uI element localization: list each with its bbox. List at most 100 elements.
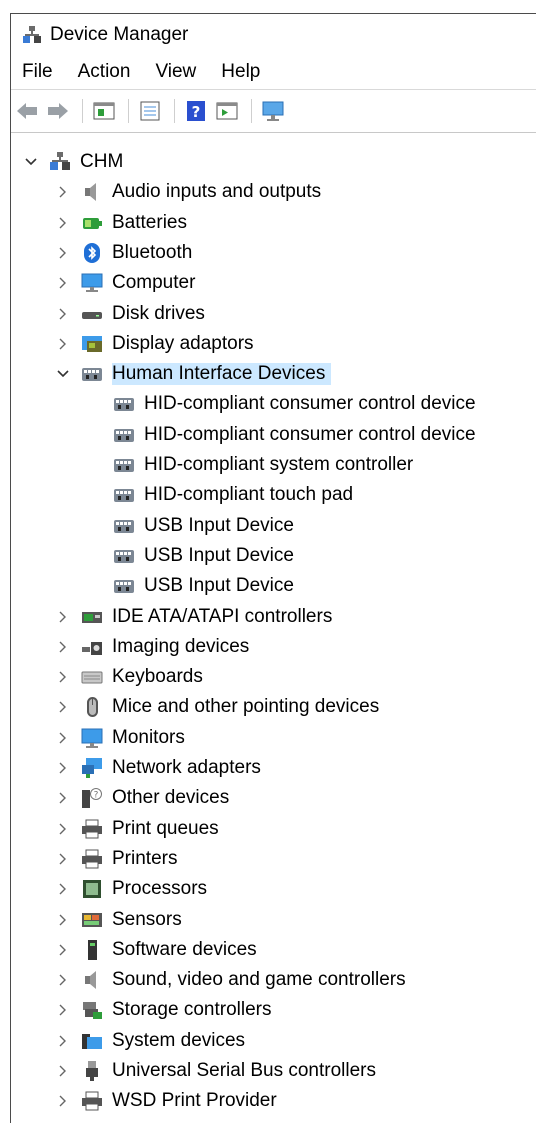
menu-file[interactable]: File: [22, 61, 53, 83]
tree-device[interactable]: HID-compliant consumer control device: [113, 389, 476, 419]
category-label: Sensors: [112, 909, 182, 930]
tree-category[interactable]: Audio inputs and outputs: [81, 177, 321, 207]
expand-chevron-icon[interactable]: [57, 965, 69, 995]
menu-action[interactable]: Action: [78, 61, 131, 83]
expand-chevron-icon[interactable]: [57, 329, 69, 359]
tree-category[interactable]: Storage controllers: [81, 995, 271, 1025]
tree-category[interactable]: Monitors: [81, 723, 185, 753]
expand-chevron-icon[interactable]: [57, 905, 69, 935]
tree-category[interactable]: WSD Print Provider: [81, 1086, 277, 1116]
tree-category[interactable]: Imaging devices: [81, 632, 249, 662]
speaker-icon: [85, 971, 96, 989]
tree-category[interactable]: Universal Serial Bus controllers: [81, 1056, 376, 1086]
tree-category[interactable]: Display adaptors: [81, 329, 254, 359]
help-icon: ?: [187, 101, 205, 121]
tree-category[interactable]: Software devices: [81, 935, 257, 965]
properties-button[interactable]: [90, 97, 118, 125]
storage-controller-icon: [83, 1002, 102, 1019]
toolbar: ?: [11, 89, 536, 133]
expand-chevron-icon[interactable]: [57, 1056, 69, 1086]
list-view-button[interactable]: [136, 97, 164, 125]
tree-device[interactable]: USB Input Device: [113, 541, 294, 571]
tree-category[interactable]: System devices: [81, 1026, 245, 1056]
category-label: IDE ATA/ATAPI controllers: [112, 606, 333, 627]
tree-device[interactable]: HID-compliant system controller: [113, 450, 413, 480]
expand-chevron-icon[interactable]: [57, 602, 69, 632]
menu-help[interactable]: Help: [221, 61, 260, 83]
tree-category[interactable]: Sound, video and game controllers: [81, 965, 406, 995]
category-label: Audio inputs and outputs: [112, 181, 322, 202]
expand-chevron-icon[interactable]: [57, 844, 69, 874]
expand-chevron-icon[interactable]: [57, 662, 69, 692]
hid-icon: [114, 459, 134, 472]
expand-chevron-icon[interactable]: [57, 632, 69, 662]
tree-category[interactable]: Keyboards: [81, 662, 203, 692]
tree-category[interactable]: Processors: [81, 874, 207, 904]
expand-chevron-icon[interactable]: [57, 1086, 69, 1116]
category-label: Software devices: [112, 939, 257, 960]
expand-chevron-icon[interactable]: [57, 935, 69, 965]
expand-chevron-icon[interactable]: [57, 177, 69, 207]
expand-chevron-icon[interactable]: [57, 723, 69, 753]
category-label: Network adapters: [112, 757, 261, 778]
back-button[interactable]: [13, 97, 41, 125]
expand-chevron-icon[interactable]: [57, 692, 69, 722]
tree-root-label: CHM: [80, 151, 124, 172]
device-label: HID-compliant touch pad: [144, 484, 354, 505]
toolbar-separator: [82, 99, 83, 123]
tree-category[interactable]: Human Interface Devices: [81, 359, 332, 389]
category-label: Other devices: [112, 787, 230, 808]
category-label: Printers: [112, 848, 178, 869]
device-label: HID-compliant consumer control device: [144, 393, 476, 414]
menu-view[interactable]: View: [155, 61, 196, 83]
tree-root-chm[interactable]: CHM: [49, 147, 123, 177]
expand-chevron-icon[interactable]: [57, 208, 69, 238]
tree-category[interactable]: Network adapters: [81, 753, 261, 783]
category-label: System devices: [112, 1030, 246, 1051]
tree-category[interactable]: IDE ATA/ATAPI controllers: [81, 602, 332, 632]
tree-device[interactable]: HID-compliant touch pad: [113, 480, 353, 510]
hid-icon: [82, 368, 102, 381]
tree-device[interactable]: USB Input Device: [113, 511, 294, 541]
tree-category[interactable]: ? Other devices: [81, 783, 229, 813]
tree-category[interactable]: Sensors: [81, 905, 182, 935]
help-button[interactable]: ?: [182, 97, 210, 125]
expand-chevron-icon[interactable]: [57, 753, 69, 783]
expand-chevron-icon[interactable]: [57, 783, 69, 813]
expand-chevron-icon[interactable]: [57, 1026, 69, 1056]
battery-icon: [83, 218, 102, 229]
toolbar-separator: [251, 99, 252, 123]
mouse-icon: [87, 697, 98, 717]
collapse-chevron-icon[interactable]: [57, 359, 69, 389]
category-label: Processors: [112, 878, 208, 899]
printer-icon: [82, 1091, 102, 1111]
tree-device[interactable]: USB Input Device: [113, 571, 294, 601]
usb-icon: [86, 1061, 98, 1081]
back-arrow-icon: [17, 103, 37, 119]
forward-button[interactable]: [44, 97, 72, 125]
expand-chevron-icon[interactable]: [57, 814, 69, 844]
tree-category[interactable]: Computer: [81, 268, 195, 298]
speaker-icon: [85, 183, 96, 201]
expand-chevron-icon[interactable]: [57, 874, 69, 904]
tree-category[interactable]: Printers: [81, 844, 177, 874]
tree-category[interactable]: Mice and other pointing devices: [81, 692, 379, 722]
run-action-button[interactable]: [213, 97, 241, 125]
tree-category[interactable]: Disk drives: [81, 299, 205, 329]
category-label: Bluetooth: [112, 242, 193, 263]
tree-device[interactable]: HID-compliant consumer control device: [113, 420, 476, 450]
tree-category[interactable]: Print queues: [81, 814, 219, 844]
tree-category[interactable]: Batteries: [81, 208, 187, 238]
expand-chevron-icon[interactable]: [57, 238, 69, 268]
tree-category[interactable]: Bluetooth: [81, 238, 192, 268]
scan-hardware-button[interactable]: [259, 97, 287, 125]
device-tree: CHM Audio inputs and outputs Batteries Blue…: [11, 147, 536, 1123]
device-manager-icon: [23, 25, 41, 43]
device-label: HID-compliant system controller: [144, 454, 414, 475]
expand-chevron-icon[interactable]: [57, 299, 69, 329]
expand-chevron-icon[interactable]: [57, 268, 69, 298]
collapse-chevron-icon[interactable]: [25, 147, 37, 177]
expand-chevron-icon[interactable]: [57, 995, 69, 1025]
keyboard-icon: [81, 671, 103, 684]
category-label: Print queues: [112, 818, 219, 839]
